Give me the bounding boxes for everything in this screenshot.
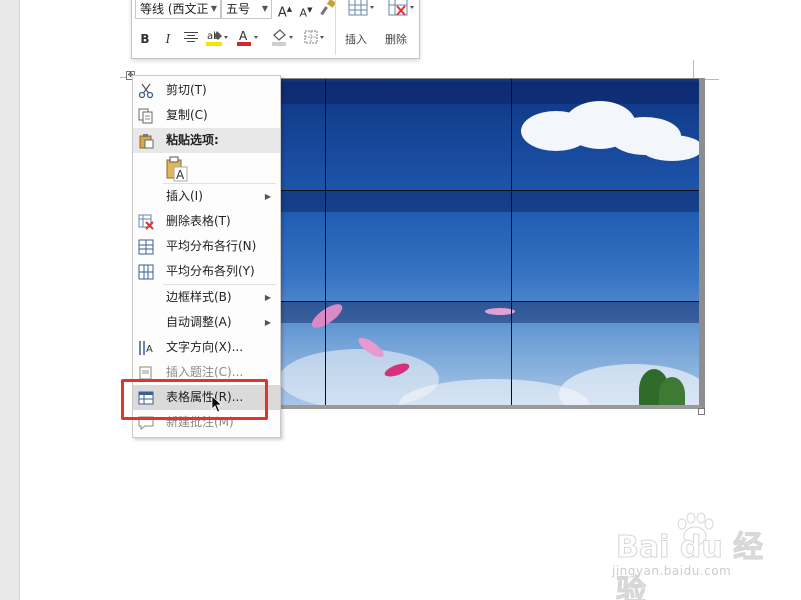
page-left-gutter <box>0 0 20 600</box>
font-name-value: 等线 (西文正 <box>140 2 209 16</box>
menu-item-distribute-rows[interactable]: 平均分布各行(N) <box>133 234 280 259</box>
chevron-down-icon: ▼ <box>261 4 268 13</box>
menu-item-text-direction[interactable]: A 文字方向(X)... <box>133 335 280 360</box>
menu-item-label: 剪切(T) <box>166 83 207 97</box>
menu-item-label: 文字方向(X)... <box>166 340 244 354</box>
menu-item-label: 边框样式(B) <box>166 290 232 304</box>
borders-icon <box>304 30 324 44</box>
watermark-url: jingyan.baidu.com <box>612 564 732 578</box>
font-size-value: 五号 <box>226 2 251 16</box>
menu-item-label: 自动调整(A) <box>166 315 232 329</box>
menu-item-label: 删除表格(T) <box>166 214 231 228</box>
menu-item-autofit[interactable]: 自动调整(A) ▶ <box>133 310 280 335</box>
menu-item-cut[interactable]: 剪切(T) <box>133 78 280 103</box>
menu-item-label: 复制(C) <box>166 108 208 122</box>
copy-icon <box>138 108 153 124</box>
italic-button[interactable]: I <box>160 31 176 47</box>
font-color-button[interactable]: A <box>235 28 261 52</box>
align-center-icon <box>184 32 198 42</box>
svg-text:A: A <box>239 29 248 43</box>
clipboard-icon <box>139 134 154 149</box>
svg-text:A: A <box>146 344 153 355</box>
delete-table-icon <box>138 214 154 230</box>
font-name-combo[interactable]: 等线 (西文正 ▼ <box>135 0 221 19</box>
insert-rows-button[interactable] <box>344 0 378 57</box>
highlight-color-button[interactable]: ab <box>204 28 230 52</box>
menu-item-label: 插入(I) <box>166 189 203 203</box>
center-align-button[interactable] <box>183 31 199 47</box>
paste-text-only-icon: A <box>166 156 188 182</box>
cloud <box>641 135 699 161</box>
menu-item-label: 平均分布各行(N) <box>166 239 257 253</box>
insert-label: 插入 <box>345 33 367 46</box>
table-column-line <box>511 79 512 405</box>
text-direction-icon: A <box>139 341 153 355</box>
bold-icon: B <box>140 32 150 46</box>
delete-label: 删除 <box>385 33 407 46</box>
bold-button[interactable]: B <box>137 31 153 47</box>
paint-bucket-icon <box>272 29 293 46</box>
menu-item-insert[interactable]: 插入(I) ▶ <box>133 184 280 209</box>
menu-item-border-styles[interactable]: 边框样式(B) ▶ <box>133 285 280 310</box>
submenu-arrow-icon: ▶ <box>264 192 271 201</box>
table-resize-handle[interactable] <box>698 408 705 415</box>
watermark-brand: Bai du 经验 <box>616 530 764 600</box>
margin-guide <box>693 60 694 80</box>
baidu-jingyan-watermark: Bai du 经验 jingyan.baidu.com <box>612 510 792 600</box>
tree <box>659 377 685 405</box>
scissors-icon <box>138 83 154 99</box>
delete-table-button[interactable] <box>384 0 418 57</box>
submenu-arrow-icon: ▶ <box>264 293 271 302</box>
menu-item-label: 粘贴选项: <box>166 133 219 147</box>
toolbar-separator <box>335 0 336 55</box>
delete-table-icon <box>388 0 414 16</box>
chevron-down-icon: ▼ <box>210 4 217 13</box>
menu-item-distribute-columns[interactable]: 平均分布各列(Y) <box>133 259 280 284</box>
menu-item-copy[interactable]: 复制(C) <box>133 103 280 128</box>
mini-toolbar: 等线 (西文正 ▼ 五号 ▼ A▲ A▼ B I ab A 插入 删除 <box>131 0 420 59</box>
mouse-cursor-icon <box>211 395 223 413</box>
shrink-font-icon: A <box>299 6 308 20</box>
grow-font-button[interactable]: A▲ <box>277 1 293 21</box>
menu-item-label: 平均分布各列(Y) <box>166 264 255 278</box>
paste-keep-text-only-button[interactable]: A <box>166 156 188 182</box>
italic-icon: I <box>165 32 171 46</box>
annotation-highlight-box <box>121 379 268 420</box>
paste-option-letter: A <box>176 168 185 182</box>
borders-button[interactable] <box>302 28 328 52</box>
distribute-rows-icon <box>138 239 154 255</box>
font-color-icon: A <box>237 29 258 46</box>
shading-button[interactable] <box>270 28 296 52</box>
distribute-columns-icon <box>138 264 154 280</box>
menu-item-delete-table[interactable]: 删除表格(T) <box>133 209 280 234</box>
grow-font-icon: A <box>277 5 287 21</box>
highlighter-icon: ab <box>206 31 228 46</box>
shrink-font-button[interactable]: A▼ <box>298 2 314 22</box>
submenu-arrow-icon: ▶ <box>264 318 271 327</box>
insert-table-icon <box>348 0 374 16</box>
font-size-combo[interactable]: 五号 ▼ <box>221 0 272 19</box>
table-column-line <box>325 79 326 405</box>
menu-header-paste-options: 粘贴选项: <box>133 128 280 153</box>
